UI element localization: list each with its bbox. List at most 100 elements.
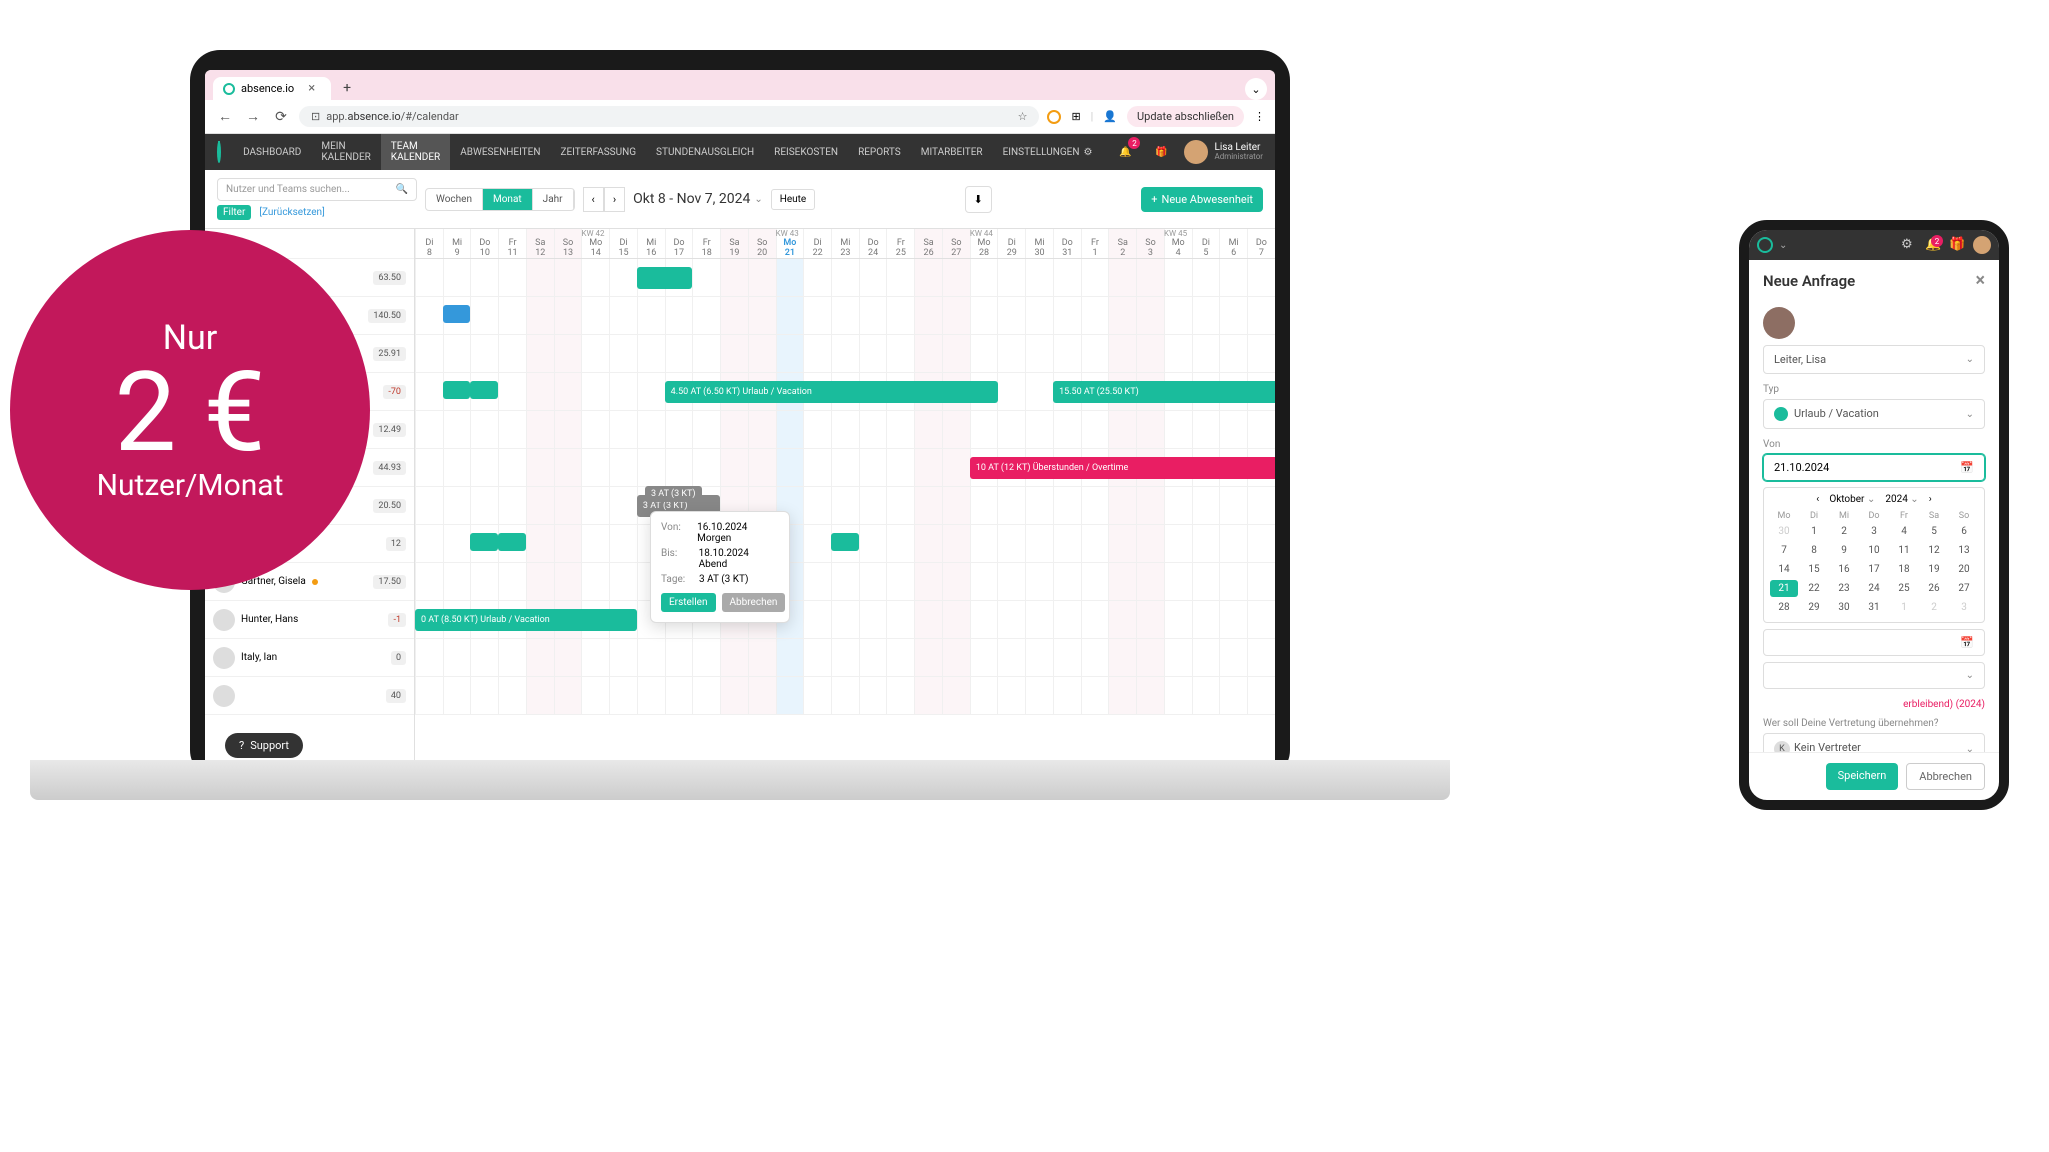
- absence-bar[interactable]: [498, 533, 526, 551]
- day-cell[interactable]: 29: [1800, 599, 1828, 616]
- prev-month-button[interactable]: ‹: [1816, 494, 1819, 505]
- day-cell[interactable]: 26: [1920, 580, 1948, 597]
- close-icon[interactable]: ×: [1975, 270, 1985, 291]
- absence-bar[interactable]: [637, 267, 692, 289]
- calendar-row[interactable]: [415, 677, 1275, 715]
- day-cell[interactable]: 16: [1830, 561, 1858, 578]
- nav-mein-kalender[interactable]: MEIN KALENDER: [311, 134, 380, 170]
- gift-icon[interactable]: 🎁: [1949, 237, 1965, 253]
- day-cell[interactable]: 31: [1860, 599, 1888, 616]
- save-button[interactable]: Speichern: [1826, 763, 1899, 790]
- year-select[interactable]: 2024 ⌄: [1885, 494, 1918, 505]
- calendar-row[interactable]: 10 AT (12 KT) Überstunden / Overtime: [415, 449, 1275, 487]
- user-menu[interactable]: Lisa Leiter Administrator: [1184, 140, 1263, 164]
- day-cell[interactable]: 1: [1890, 599, 1918, 616]
- calendar-row[interactable]: [415, 259, 1275, 297]
- avatar[interactable]: [1973, 236, 1991, 254]
- nav-abwesenheiten[interactable]: ABWESENHEITEN: [450, 134, 550, 170]
- app-logo-icon[interactable]: [1757, 237, 1773, 253]
- chevron-down-icon[interactable]: ⌄: [1779, 240, 1787, 251]
- gift-icon[interactable]: 🎁: [1148, 139, 1174, 165]
- star-icon[interactable]: ☆: [1018, 110, 1028, 123]
- filter-chip[interactable]: Filter: [217, 205, 251, 220]
- day-cell[interactable]: 2: [1920, 599, 1948, 616]
- day-cell[interactable]: 10: [1860, 542, 1888, 559]
- calendar-row[interactable]: 0 AT (8.50 KT) Urlaub / Vacation: [415, 601, 1275, 639]
- browser-tab[interactable]: absence.io ×: [213, 77, 331, 100]
- day-cell[interactable]: 1: [1800, 523, 1828, 540]
- nav-reports[interactable]: REPORTS: [848, 134, 911, 170]
- day-cell[interactable]: 30: [1830, 599, 1858, 616]
- day-cell[interactable]: 19: [1920, 561, 1948, 578]
- month-select[interactable]: Oktober ⌄: [1829, 494, 1875, 505]
- settings-link[interactable]: EINSTELLUNGEN ⚙: [993, 147, 1103, 158]
- day-cell[interactable]: 27: [1950, 580, 1978, 597]
- bell-icon[interactable]: 🔔2: [1925, 237, 1941, 253]
- calendar-row[interactable]: [415, 563, 1275, 601]
- day-cell[interactable]: 25: [1890, 580, 1918, 597]
- nav-zeiterfassung[interactable]: ZEITERFASSUNG: [550, 134, 646, 170]
- nav-reisekosten[interactable]: REISEKOSTEN: [764, 134, 848, 170]
- new-tab-button[interactable]: +: [335, 76, 359, 100]
- substitute-select[interactable]: KKein Vertreter ⌄: [1763, 733, 1985, 752]
- day-cell[interactable]: 9: [1830, 542, 1858, 559]
- day-cell[interactable]: 3: [1860, 523, 1888, 540]
- absence-bar[interactable]: 0 AT (8.50 KT) Urlaub / Vacation: [415, 609, 637, 631]
- absence-bar[interactable]: [443, 305, 471, 323]
- download-button[interactable]: ⬇: [965, 186, 992, 213]
- absence-bar[interactable]: [470, 381, 498, 399]
- absence-bar[interactable]: 4.50 AT (6.50 KT) Urlaub / Vacation: [665, 381, 998, 403]
- type-select[interactable]: Urlaub / Vacation ⌄: [1763, 399, 1985, 429]
- day-cell[interactable]: 24: [1860, 580, 1888, 597]
- absence-bar[interactable]: [831, 533, 859, 551]
- nav-mitarbeiter[interactable]: MITARBEITER: [911, 134, 993, 170]
- absence-bar[interactable]: 10 AT (12 KT) Überstunden / Overtime: [970, 457, 1275, 479]
- next-month-button[interactable]: ›: [1929, 494, 1932, 505]
- nav-team-kalender[interactable]: TEAM KALENDER: [381, 134, 450, 170]
- calendar-row[interactable]: [415, 525, 1275, 563]
- day-cell[interactable]: 20: [1950, 561, 1978, 578]
- day-cell[interactable]: 21: [1770, 580, 1798, 597]
- calendar-row[interactable]: [415, 639, 1275, 677]
- calendar-row[interactable]: 3 AT (3 KT): [415, 487, 1275, 525]
- calendar-row[interactable]: [415, 335, 1275, 373]
- day-cell[interactable]: 18: [1890, 561, 1918, 578]
- view-tab-jahr[interactable]: Jahr: [533, 189, 574, 210]
- person-select[interactable]: Leiter, Lisa⌄: [1763, 345, 1985, 374]
- day-cell[interactable]: 3: [1950, 599, 1978, 616]
- absence-bar[interactable]: [443, 381, 471, 399]
- day-part-select[interactable]: ⌄: [1763, 662, 1985, 689]
- employee-row[interactable]: 40: [205, 677, 414, 715]
- extensions-icon[interactable]: ⊞: [1071, 110, 1080, 123]
- from-date-input[interactable]: 21.10.2024 📅: [1763, 454, 1985, 481]
- gear-icon[interactable]: ⚙: [1901, 237, 1917, 253]
- cancel-button[interactable]: Abbrechen: [722, 593, 786, 612]
- next-button[interactable]: ›: [604, 187, 625, 212]
- employee-row[interactable]: Italy, Ian0: [205, 639, 414, 677]
- extension-icon[interactable]: [1047, 110, 1061, 124]
- day-cell[interactable]: 13: [1950, 542, 1978, 559]
- bell-icon[interactable]: 🔔2: [1112, 139, 1138, 165]
- day-cell[interactable]: 15: [1800, 561, 1828, 578]
- day-cell[interactable]: 7: [1770, 542, 1798, 559]
- day-cell[interactable]: 22: [1800, 580, 1828, 597]
- employee-row[interactable]: Hunter, Hans-1: [205, 601, 414, 639]
- create-button[interactable]: Erstellen: [661, 593, 716, 612]
- calendar-row[interactable]: [415, 297, 1275, 335]
- new-absence-button[interactable]: + Neue Abwesenheit: [1141, 187, 1263, 212]
- cancel-button[interactable]: Abbrechen: [1906, 763, 1985, 790]
- day-cell[interactable]: 11: [1890, 542, 1918, 559]
- reload-icon[interactable]: ⟳: [271, 109, 291, 125]
- day-cell[interactable]: 28: [1770, 599, 1798, 616]
- day-cell[interactable]: 4: [1890, 523, 1918, 540]
- to-date-input[interactable]: 📅: [1763, 629, 1985, 656]
- date-range[interactable]: Okt 8 - Nov 7, 2024 ⌄: [633, 191, 763, 207]
- menu-icon[interactable]: ⋮: [1254, 110, 1265, 123]
- chevron-down-icon[interactable]: ⌄: [1245, 78, 1267, 100]
- absence-bar[interactable]: 15.50 AT (25.50 KT): [1053, 381, 1275, 403]
- calendar-row[interactable]: 4.50 AT (6.50 KT) Urlaub / Vacation 15.50…: [415, 373, 1275, 411]
- view-tab-wochen[interactable]: Wochen: [426, 189, 483, 210]
- address-input[interactable]: ⊡ app.absence.io/#/calendar ☆: [299, 106, 1039, 127]
- nav-stundenausgleich[interactable]: STUNDENAUSGLEICH: [646, 134, 764, 170]
- back-icon[interactable]: ←: [215, 108, 235, 125]
